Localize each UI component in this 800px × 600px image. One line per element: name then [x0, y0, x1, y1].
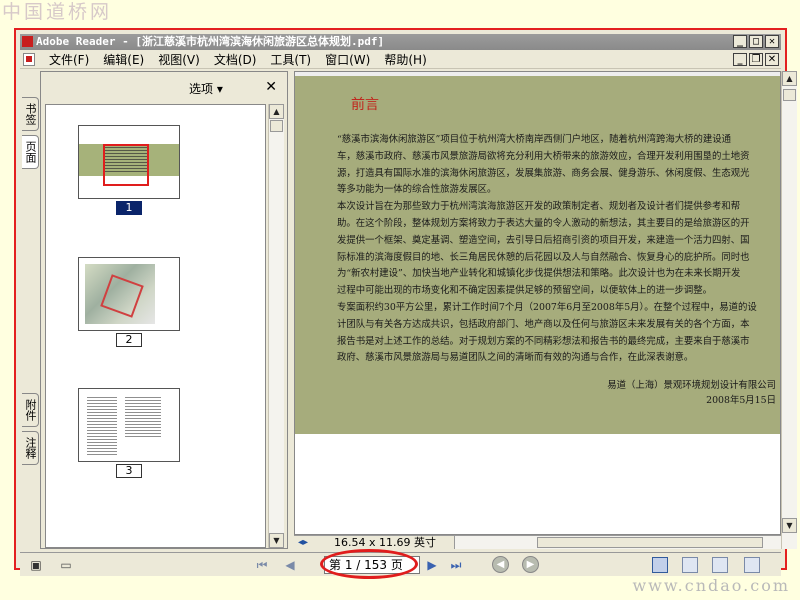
document-page: 前言 “慈溪市滨海休闲旅游区”项目位于杭州湾大桥南岸西侧门户地区，随着杭州湾跨海…: [295, 76, 780, 434]
window-title: Adobe Reader - [浙江慈溪市杭州湾滨海休闲旅游区总体规划.pdf]: [36, 35, 385, 48]
navigation-tabs: 书签 页面 附件 注释: [20, 89, 40, 544]
signature-date: 2008年5月15日: [706, 395, 776, 406]
signature-company: 易道（上海）景观环境规划设计有限公司: [607, 380, 776, 391]
body-line: 专案面积约30平方公里，累计工作时间7个月（2007年6月至2008年5月）。在…: [337, 301, 757, 313]
body-line: 为“新农村建设”、加快当地产业转化和城镇化步伐提供想法和策略。此次设计也为在未来…: [337, 268, 741, 280]
body-line: 本次设计旨在为那些致力于杭州湾滨海旅游区开发的政策制定者、规划者及设计者们提供参…: [337, 201, 741, 213]
scroll-down-icon[interactable]: ▼: [782, 518, 797, 533]
menu-file[interactable]: 文件(F): [42, 52, 96, 68]
panel-header: 选项 ▾ ✕: [41, 72, 287, 104]
title-bar[interactable]: Adobe Reader - [浙江慈溪市杭州湾滨海休闲旅游区总体规划.pdf]…: [20, 34, 781, 50]
body-line: “慈溪市滨海休闲旅游区”项目位于杭州湾大桥南岸西侧门户地区，随着杭州湾跨海大桥的…: [337, 134, 731, 145]
panel-toggle-icon[interactable]: ▣: [28, 557, 44, 573]
thumbnail-label-1: 1: [116, 201, 142, 215]
facing-view-icon[interactable]: [712, 557, 728, 573]
visible-area-box[interactable]: [103, 144, 149, 186]
minimize-button[interactable]: _: [733, 35, 747, 48]
page-thumbnail-3[interactable]: [78, 388, 180, 462]
tab-comments[interactable]: 注释: [22, 431, 39, 465]
thumbnail-map-image: [85, 264, 155, 324]
thumbnail-text-list: [125, 397, 161, 437]
menu-items: 文件(F) 编辑(E) 视图(V) 文档(D) 工具(T) 窗口(W) 帮助(H…: [42, 52, 434, 68]
pages-panel: 选项 ▾ ✕ 1 2 3 ▲ ▼: [40, 71, 288, 549]
document-window-controls: _ ❐ ✕: [733, 53, 779, 66]
doc-minimize-button[interactable]: _: [733, 53, 747, 66]
thumbnail-scrollbar[interactable]: ▲ ▼: [268, 104, 284, 548]
horizontal-scrollbar-thumb[interactable]: [537, 537, 763, 548]
site-logo: 中国道桥网: [2, 1, 113, 23]
menu-tools[interactable]: 工具(T): [263, 52, 318, 68]
scroll-down-icon[interactable]: ▼: [269, 533, 284, 548]
horizontal-scrollbar[interactable]: [454, 536, 781, 549]
thumbnail-text-list: [87, 397, 117, 455]
body-line: 过程中可能出现的市场变化和不确定因素提供足够的预留空间，以便软体上的进一步调整。: [337, 285, 713, 297]
document-icon[interactable]: [23, 53, 35, 66]
maximize-button[interactable]: □: [749, 35, 763, 48]
highlight-frame: Adobe Reader - [浙江慈溪市杭州湾滨海休闲旅游区总体规划.pdf]…: [14, 28, 797, 579]
page-thumbnail-2[interactable]: [78, 257, 180, 331]
doc-close-button[interactable]: ✕: [765, 53, 779, 66]
document-vertical-scrollbar[interactable]: ▲ ▼: [781, 71, 797, 549]
menu-window[interactable]: 窗口(W): [318, 52, 377, 68]
page-body-text: “慈溪市滨海休闲旅游区”项目位于杭州湾大桥南岸西侧门户地区，随着杭州湾跨海大桥的…: [337, 132, 780, 367]
panel-close-icon[interactable]: ✕: [265, 79, 277, 95]
body-line: 计团队与有关各方达成共识，包括政府部门、地产商以及任何与旅游区未来发展有关的各个…: [337, 318, 750, 330]
close-button[interactable]: ✕: [765, 35, 779, 48]
previous-page-icon[interactable]: ◀: [282, 557, 298, 573]
first-page-icon[interactable]: ⏮: [254, 557, 270, 573]
continuous-view-icon[interactable]: [682, 557, 698, 573]
menu-view[interactable]: 视图(V): [151, 52, 207, 68]
page-layout-icon[interactable]: ▭: [58, 557, 74, 573]
thumbnail-label-2: 2: [116, 333, 142, 347]
document-view[interactable]: 前言 “慈溪市滨海休闲旅游区”项目位于杭州湾大桥南岸西侧门户地区，随着杭州湾跨海…: [294, 71, 781, 535]
single-page-view-icon[interactable]: [652, 557, 668, 573]
split-handle-icon[interactable]: ◂▸: [298, 537, 308, 548]
site-url: www.cndao.com: [632, 576, 790, 595]
body-line: 政府、慈溪市风景旅游局与易道团队之间的清晰而有效的沟通与合作，在此深表谢意。: [337, 352, 694, 364]
doc-restore-button[interactable]: ❐: [749, 53, 763, 66]
previous-view-icon[interactable]: ◀: [492, 556, 509, 573]
next-view-icon[interactable]: ▶: [522, 556, 539, 573]
next-page-icon[interactable]: ▶: [424, 557, 440, 573]
tab-attachments[interactable]: 附件: [22, 393, 39, 427]
menu-bar: 文件(F) 编辑(E) 视图(V) 文档(D) 工具(T) 窗口(W) 帮助(H…: [20, 51, 781, 69]
page-size-readout: 16.54 x 11.69 英寸: [334, 536, 436, 549]
signature-block: 易道（上海）景观环境规划设计有限公司 2008年5月15日: [607, 378, 776, 408]
adobe-reader-icon: [22, 36, 33, 47]
body-line: 报告书是对上述工作的总结。对于规划方案的不同精彩想法和报告书的最终完成，主要来自…: [337, 335, 750, 347]
thumbnail-label-3: 3: [116, 464, 142, 478]
menu-edit[interactable]: 编辑(E): [96, 52, 151, 68]
thumbnail-list: 1 2 3: [45, 104, 266, 548]
menu-help[interactable]: 帮助(H): [377, 52, 433, 68]
body-line: 发提供一个框架、奠定基调、塑造空间，去引导日后招商引资的项目开发，来建造一个活力…: [337, 234, 750, 246]
scroll-up-icon[interactable]: ▲: [269, 104, 284, 119]
tab-bookmarks[interactable]: 书签: [22, 97, 39, 131]
reader-window: Adobe Reader - [浙江慈溪市杭州湾滨海休闲旅游区总体规划.pdf]…: [20, 34, 797, 579]
tab-pages[interactable]: 页面: [22, 135, 39, 169]
scrollbar-thumb[interactable]: [783, 89, 796, 101]
body-line: 源，打造具有国际水准的滨海休闲旅游区，发展集旅游、商务会展、健身游乐、休闲度假、…: [337, 167, 750, 179]
menu-document[interactable]: 文档(D): [207, 52, 264, 68]
page-heading: 前言: [351, 97, 379, 113]
continuous-facing-view-icon[interactable]: [744, 557, 760, 573]
options-dropdown[interactable]: 选项 ▾: [189, 80, 223, 97]
body-line: 助。在这个阶段，整体规划方案将致力于表达大量的令人激动的新想法，其主要目的是给旅…: [337, 217, 750, 229]
window-controls: _ □ ✕: [733, 35, 779, 48]
body-line: 车，慈溪市政府、慈溪市风景旅游局欲将充分利用大桥带来的旅游效应，合理开发利用围垦…: [337, 150, 750, 162]
page-thumbnail-1[interactable]: [78, 125, 180, 199]
document-horizontal-bar: ◂▸ 16.54 x 11.69 英寸: [294, 535, 781, 549]
body-line: 等多功能为一体的综合性旅游发展区。: [337, 184, 497, 196]
last-page-icon[interactable]: ⏭: [448, 557, 464, 573]
body-line: 际标准的滨海度假目的地、长三角居民休憩的后花园以及人与自然融合、恢复身心的庇护所…: [337, 251, 750, 263]
scroll-up-icon[interactable]: ▲: [782, 71, 797, 86]
status-bar: ▣ ▭ ⏮ ◀ 第 1 / 153 页 ▶ ⏭ ◀ ▶: [20, 549, 781, 579]
page-number-highlight: [320, 549, 418, 579]
scrollbar-thumb[interactable]: [270, 120, 283, 132]
